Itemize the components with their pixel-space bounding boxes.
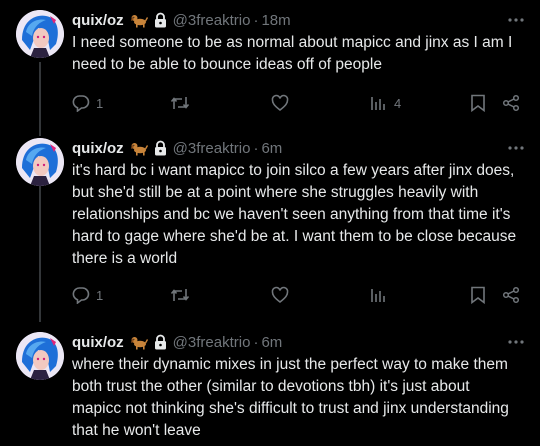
tweet[interactable]: quix/oz @3freaktrio · 18m I need someone… bbox=[0, 10, 540, 120]
tweet-actions: 1 bbox=[72, 284, 524, 306]
reply-button[interactable]: 1 bbox=[72, 92, 103, 114]
display-name[interactable]: quix/oz bbox=[72, 12, 124, 29]
lock-icon bbox=[154, 140, 167, 156]
bookmark-button[interactable] bbox=[470, 284, 486, 306]
like-button[interactable] bbox=[271, 284, 289, 306]
timestamp[interactable]: 18m bbox=[261, 12, 290, 29]
timestamp[interactable]: 6m bbox=[261, 140, 282, 157]
avatar[interactable] bbox=[16, 332, 64, 380]
share-button[interactable] bbox=[502, 92, 520, 114]
heart-icon bbox=[271, 94, 289, 112]
retweet-button[interactable] bbox=[170, 284, 190, 306]
user-handle[interactable]: @3freaktrio bbox=[173, 12, 251, 29]
reply-icon bbox=[72, 94, 90, 112]
avatar[interactable] bbox=[16, 138, 64, 186]
timestamp[interactable]: 6m bbox=[261, 334, 282, 351]
user-handle[interactable]: @3freaktrio bbox=[173, 140, 251, 157]
like-button[interactable] bbox=[271, 92, 289, 114]
bookmark-icon bbox=[470, 94, 486, 112]
tweet[interactable]: quix/oz @3freaktrio · 6m where their dyn… bbox=[0, 332, 540, 446]
reply-icon bbox=[72, 286, 90, 304]
more-options-icon[interactable] bbox=[508, 10, 524, 30]
share-icon bbox=[502, 94, 520, 112]
lock-icon bbox=[154, 12, 167, 28]
display-name[interactable]: quix/oz bbox=[72, 140, 124, 157]
retweet-icon bbox=[170, 94, 190, 112]
separator-dot: · bbox=[253, 333, 259, 351]
dog-emoji-icon bbox=[130, 334, 148, 350]
tweet-text: it's hard bc i want mapicc to join silco… bbox=[72, 162, 517, 267]
tweet-text: where their dynamic mixes in just the pe… bbox=[72, 356, 509, 439]
views-button[interactable] bbox=[370, 284, 388, 306]
separator-dot: · bbox=[253, 139, 259, 157]
views-button[interactable]: 4 bbox=[370, 92, 401, 114]
views-chart-icon bbox=[370, 286, 388, 304]
reply-count: 1 bbox=[96, 287, 104, 303]
share-icon bbox=[502, 286, 520, 304]
tweet[interactable]: quix/oz @3freaktrio · 6m it's hard bc i … bbox=[0, 138, 540, 310]
lock-icon bbox=[154, 334, 167, 350]
user-handle[interactable]: @3freaktrio bbox=[173, 334, 251, 351]
views-chart-icon bbox=[370, 94, 388, 112]
dog-emoji-icon bbox=[130, 140, 148, 156]
dog-emoji-icon bbox=[130, 12, 148, 28]
bookmark-button[interactable] bbox=[470, 92, 486, 114]
tweet-header: quix/oz @3freaktrio · 6m bbox=[72, 332, 524, 352]
tweet-text: I need someone to be as normal about map… bbox=[72, 34, 513, 73]
separator-dot: · bbox=[253, 11, 259, 29]
more-options-icon[interactable] bbox=[508, 332, 524, 352]
avatar[interactable] bbox=[16, 10, 64, 58]
more-options-icon[interactable] bbox=[508, 138, 524, 158]
share-button[interactable] bbox=[502, 284, 520, 306]
tweet-header: quix/oz @3freaktrio · 6m bbox=[72, 138, 524, 158]
heart-icon bbox=[271, 286, 289, 304]
bookmark-icon bbox=[470, 286, 486, 304]
display-name[interactable]: quix/oz bbox=[72, 334, 124, 351]
views-count: 4 bbox=[394, 95, 402, 111]
retweet-button[interactable] bbox=[170, 92, 190, 114]
retweet-icon bbox=[170, 286, 190, 304]
reply-count: 1 bbox=[96, 95, 104, 111]
reply-button[interactable]: 1 bbox=[72, 284, 103, 306]
tweet-actions: 1 4 bbox=[72, 92, 524, 114]
tweet-header: quix/oz @3freaktrio · 18m bbox=[72, 10, 524, 30]
